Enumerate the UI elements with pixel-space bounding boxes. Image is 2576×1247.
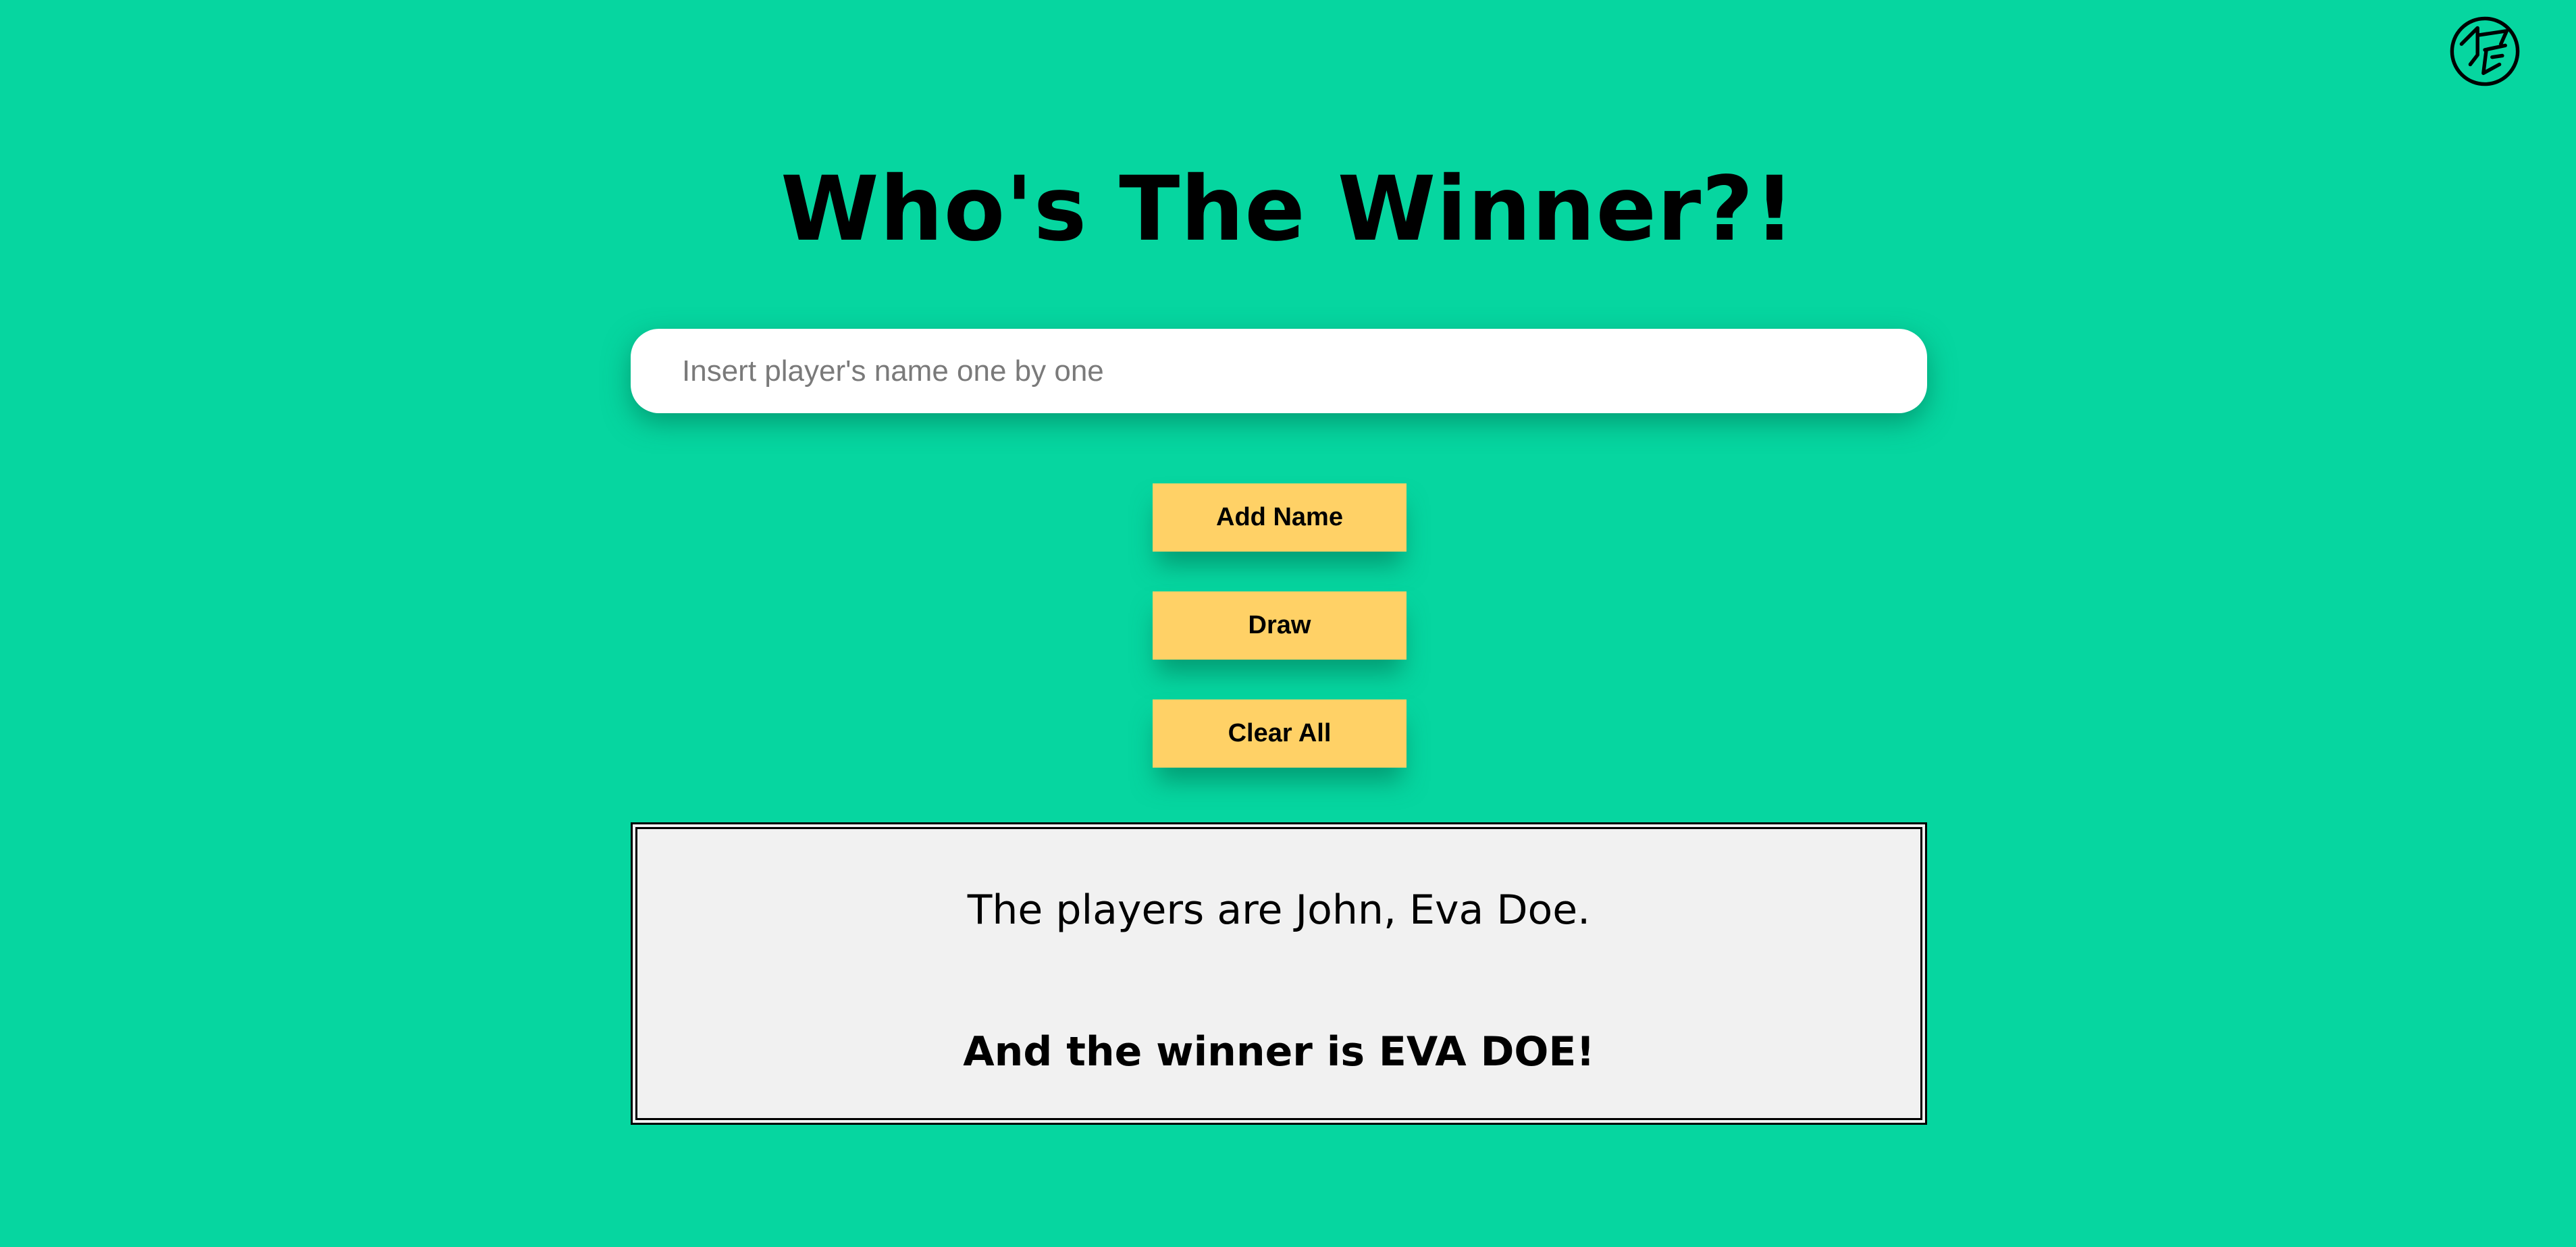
draw-button[interactable]: Draw xyxy=(1153,591,1407,660)
result-panel: The players are John, Eva Doe. And the w… xyxy=(631,822,1927,1125)
page-title: Who's The Winner?! xyxy=(781,157,1795,261)
players-list-text: The players are John, Eva Doe. xyxy=(967,886,1591,934)
add-name-button[interactable]: Add Name xyxy=(1153,483,1407,552)
brand-logo-icon[interactable] xyxy=(2448,15,2521,88)
player-name-input[interactable] xyxy=(631,329,1927,413)
winner-announcement: And the winner is EVA DOE! xyxy=(963,1028,1595,1076)
clear-all-button[interactable]: Clear All xyxy=(1153,699,1407,768)
